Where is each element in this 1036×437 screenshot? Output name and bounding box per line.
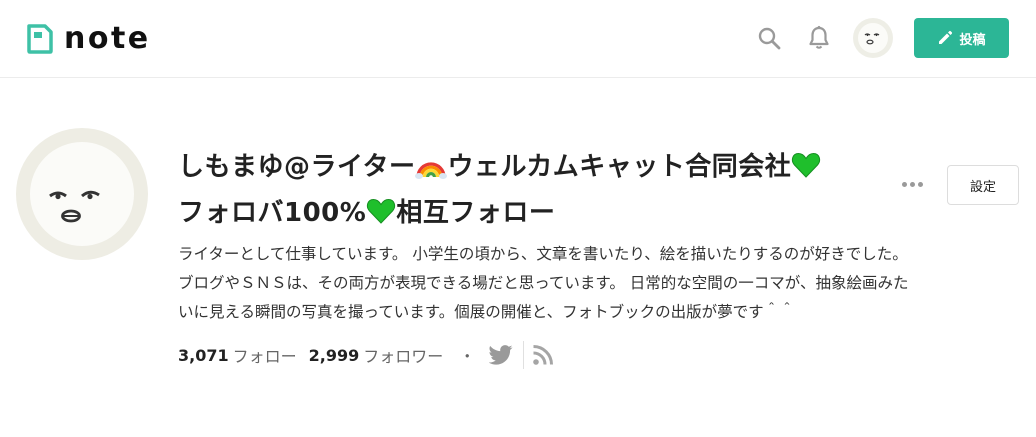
logo-text: note	[64, 21, 151, 56]
profile-name-part3: フォロバ100%	[178, 198, 367, 228]
followers-count: 2,999	[308, 345, 360, 365]
twitter-icon	[489, 345, 513, 365]
separator: ・	[459, 347, 476, 366]
top-header: note 投稿	[0, 0, 1036, 78]
rss-icon	[533, 345, 554, 365]
profile-avatar-face-icon	[30, 142, 134, 246]
more-options-button[interactable]	[898, 172, 926, 196]
profile-name-part2: ウェルカムキャット合同会社	[447, 152, 792, 182]
search-icon	[758, 27, 781, 50]
profile-bio: ライターとして仕事しています。 小学生の頃から、文章を書いたり、絵を描いたりする…	[178, 240, 1008, 327]
rss-link[interactable]	[532, 344, 554, 366]
following-link[interactable]: 3,071 フォロー	[178, 343, 297, 367]
post-button[interactable]: 投稿	[914, 18, 1009, 58]
followers-label: フォロワー	[363, 347, 444, 366]
post-button-label: 投稿	[959, 32, 986, 48]
profile-name-part4: 相互フォロー	[396, 198, 556, 228]
more-icon-dot	[909, 181, 915, 187]
bio-line: ライターとして仕事しています。 小学生の頃から、文章を書いたり、絵を描いたりする…	[178, 245, 908, 263]
more-icon-dot	[917, 181, 923, 187]
following-label: フォロー	[232, 347, 297, 366]
profile-avatar	[16, 128, 148, 260]
rainbow-icon	[415, 162, 448, 179]
bell-icon	[809, 25, 829, 49]
pencil-icon	[939, 30, 953, 44]
note-logo-icon	[27, 24, 53, 54]
notifications-button[interactable]	[805, 24, 833, 52]
following-count: 3,071	[178, 345, 229, 365]
profile-name: しもまゆ@ライター ウェルカムキャット合同会社 フォロバ100% 相互フォロー	[178, 144, 878, 236]
divider	[523, 341, 525, 369]
more-icon-dot	[901, 181, 907, 187]
profile-name-part1: しもまゆ@ライター	[178, 152, 416, 182]
twitter-link[interactable]	[489, 345, 513, 365]
user-avatar[interactable]	[853, 18, 893, 58]
note-logo[interactable]: note	[26, 22, 151, 56]
green-heart-icon-2	[367, 198, 396, 224]
search-button[interactable]	[755, 24, 783, 52]
bio-line: いに見える瞬間の写真を撮っています。個展の開催と、フォトブックの出版が夢です＾＾	[178, 303, 795, 321]
avatar-face-icon	[858, 23, 888, 53]
profile-stats: 3,071 フォロー 2,999 フォロワー ・	[178, 340, 554, 370]
settings-button[interactable]: 設定	[947, 165, 1019, 205]
followers-link[interactable]: 2,999 フォロワー	[309, 343, 444, 367]
green-heart-icon	[792, 152, 821, 178]
bio-line: ブログやＳＮＳは、その両方が表現できる場だと思っています。 日常的な空間の一コマ…	[178, 274, 909, 292]
